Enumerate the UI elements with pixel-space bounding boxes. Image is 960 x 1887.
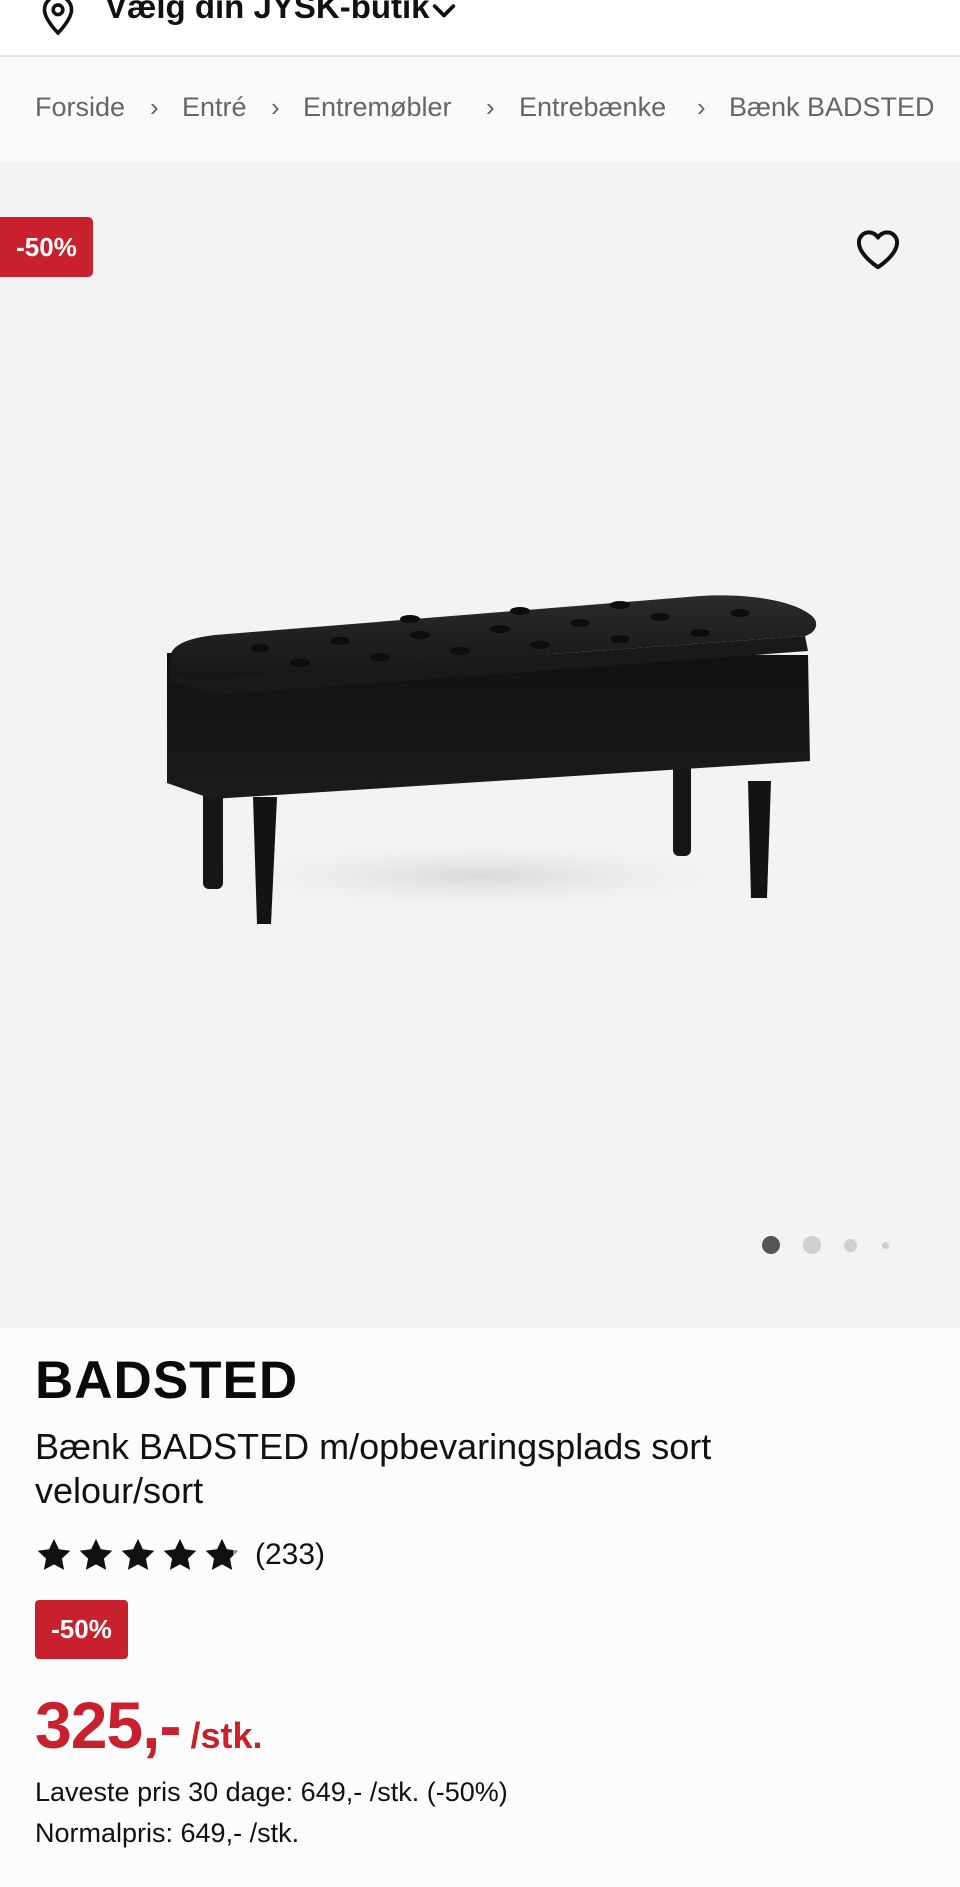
discount-badge: -50% <box>0 217 93 277</box>
star-partial-icon <box>205 1538 239 1570</box>
price-discount-badge: -50% <box>35 1600 128 1659</box>
carousel-dot-active[interactable] <box>762 1236 780 1254</box>
breadcrumb-item-entre[interactable]: Entré <box>182 92 247 123</box>
rating[interactable]: (233) <box>35 1535 325 1575</box>
store-selector[interactable]: Vælg din JYSK-butik <box>0 0 960 57</box>
carousel-dots[interactable] <box>760 1236 900 1256</box>
price-row: 325,-/stk. <box>35 1687 262 1763</box>
chevron-down-icon[interactable] <box>430 0 458 24</box>
star-full-icon <box>163 1538 197 1570</box>
product-name: Bænk BADSTED m/opbevaringsplads sort vel… <box>35 1426 712 1511</box>
breadcrumb: Forside › Entré › Entremøbler › Entrebæn… <box>0 59 960 161</box>
heart-icon[interactable] <box>855 228 901 270</box>
breadcrumb-item-current[interactable]: Bænk BADSTED <box>729 92 935 123</box>
price-unit: /stk. <box>190 1715 263 1756</box>
product-gallery[interactable]: -50% <box>0 161 960 1328</box>
breadcrumb-item-entremobler[interactable]: Entremøbler <box>303 92 452 123</box>
star-full-icon <box>79 1538 113 1570</box>
star-full-icon <box>121 1538 155 1570</box>
product-price: 325,- <box>35 1688 181 1762</box>
carousel-dot[interactable] <box>882 1242 889 1249</box>
breadcrumb-item-forside[interactable]: Forside <box>35 92 125 123</box>
breadcrumb-item-entrebaenke[interactable]: Entrebænke <box>519 92 666 123</box>
breadcrumb-separator: › <box>271 92 280 122</box>
product-image[interactable] <box>140 541 840 941</box>
carousel-dot[interactable] <box>844 1239 857 1252</box>
carousel-dot[interactable] <box>803 1236 821 1254</box>
rating-stars <box>35 1536 241 1574</box>
lowest-price-info: Laveste pris 30 dage: 649,- /stk. (-50%) <box>35 1777 508 1807</box>
breadcrumb-separator: › <box>150 92 159 122</box>
star-full-icon <box>37 1538 71 1570</box>
breadcrumb-separator: › <box>697 92 706 122</box>
location-pin-icon <box>42 0 74 36</box>
breadcrumb-separator: › <box>486 92 495 122</box>
normal-price-info: Normalpris: 649,- /stk. <box>35 1818 300 1848</box>
store-selector-label[interactable]: Vælg din JYSK-butik <box>105 0 430 26</box>
rating-count[interactable]: (233) <box>255 1538 325 1572</box>
product-brand-title: BADSTED <box>35 1351 299 1410</box>
